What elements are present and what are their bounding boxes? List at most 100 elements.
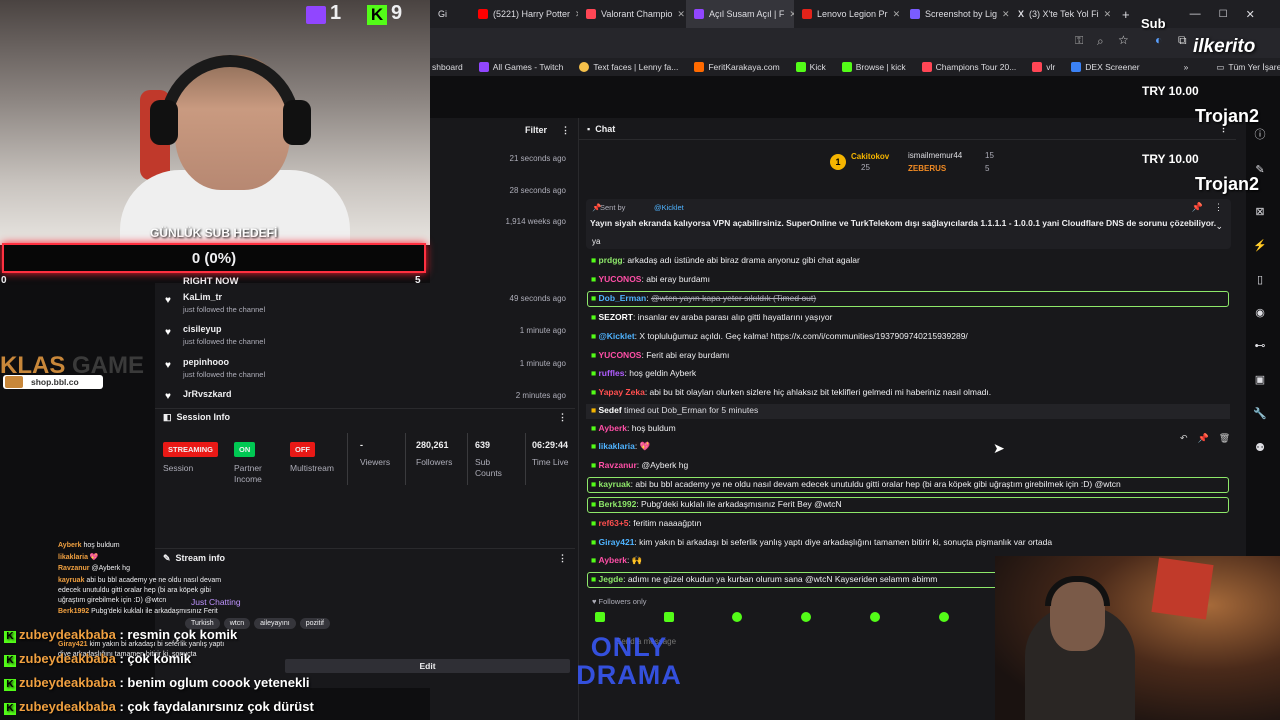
- chat-username[interactable]: ruffles: [599, 368, 625, 378]
- delete-icon[interactable]: 🗑: [1219, 433, 1230, 444]
- chat-username[interactable]: ref63+5: [599, 518, 629, 528]
- bookmark-item[interactable]: shboard: [432, 62, 463, 72]
- bookmark-item[interactable]: Browse | kick: [841, 62, 906, 72]
- close-icon[interactable]: ✕: [677, 9, 685, 20]
- filter-button[interactable]: Filter: [525, 125, 547, 135]
- chat-message[interactable]: ■ kayruak: abi bu bbl academy ye ne oldu…: [591, 479, 1121, 489]
- tab-label: Screenshot by Lig: [925, 9, 998, 19]
- camera-icon[interactable]: ▣: [1252, 372, 1268, 388]
- lightning-icon[interactable]: ⚡: [1252, 238, 1268, 254]
- close-icon[interactable]: ⊠: [1252, 204, 1268, 220]
- chat-username[interactable]: Berk1992: [599, 499, 637, 509]
- browser-tab[interactable]: Screenshot by Lig ✕: [902, 0, 1010, 28]
- browser-tab[interactable]: Lenovo Legion Pr ✕: [794, 0, 902, 28]
- chat-username[interactable]: Ravzanur: [599, 460, 637, 470]
- extension-icon[interactable]: ◐: [1155, 33, 1162, 47]
- chat-message[interactable]: ■ Sedef timed out Dob_Erman for 5 minute…: [591, 405, 758, 415]
- clip-icon[interactable]: ▯: [1252, 272, 1268, 288]
- browser-tab[interactable]: Gi: [430, 0, 470, 28]
- more-bookmarks-button[interactable]: »: [1184, 62, 1189, 72]
- guest-webcam: [995, 556, 1280, 720]
- star-icon[interactable]: ☆: [1118, 33, 1129, 47]
- pin-icon[interactable]: 📌: [1198, 433, 1209, 444]
- chat-username[interactable]: prdgg: [599, 255, 623, 265]
- bookmark-item[interactable]: Champions Tour 20...: [921, 62, 1016, 72]
- more-icon[interactable]: ⋮: [558, 412, 567, 423]
- chat-username[interactable]: Ayberk: [599, 555, 628, 565]
- zoom-icon[interactable]: ⌕: [1097, 34, 1104, 49]
- unpin-icon[interactable]: 📌: [1192, 202, 1203, 213]
- close-icon[interactable]: ✕: [893, 9, 901, 20]
- new-tab-button[interactable]: +: [1122, 7, 1130, 22]
- chat-username[interactable]: YUCONOS: [599, 274, 642, 284]
- emote-icon[interactable]: [664, 612, 674, 622]
- browser-tab[interactable]: (5221) Harry Potter✕: [470, 0, 578, 28]
- info-icon[interactable]: ⓘ: [1252, 127, 1268, 143]
- chat-message[interactable]: ■ Ayberk: hoş buldum: [591, 423, 676, 433]
- browser-tab[interactable]: Valorant Champio ✕: [578, 0, 686, 28]
- chat-message[interactable]: ■ Jegde: adımı ne güzel okudun ya kurban…: [591, 574, 937, 584]
- info-icon: ◧: [163, 411, 172, 422]
- chat-message[interactable]: ■ Ayberk: 🙌: [591, 555, 642, 566]
- bookmark-item[interactable]: Kick: [795, 62, 826, 72]
- chat-message[interactable]: ■ @Kicklet: X topluluğumuz açıldı. Geç k…: [591, 331, 968, 341]
- bookmark-item[interactable]: vlr: [1032, 62, 1055, 72]
- emote-icon[interactable]: [870, 612, 880, 622]
- minimize-button[interactable]: —: [1190, 8, 1201, 20]
- link-icon[interactable]: ⊷: [1252, 338, 1268, 354]
- chat-username[interactable]: Sedef: [599, 405, 622, 415]
- reply-icon[interactable]: ↶: [1180, 433, 1188, 444]
- emote-icon[interactable]: [801, 612, 811, 622]
- chat-message[interactable]: ■ likaklaria: 💖: [591, 441, 650, 452]
- chat-text: @wtcn yayın kapa yeter sıkıldık (Timed o…: [650, 293, 817, 303]
- maximize-button[interactable]: ☐: [1219, 9, 1228, 20]
- chat-message[interactable]: ■ YUCONOS: Ferit abi eray burdamı: [591, 350, 729, 360]
- chat-username[interactable]: Jegde: [599, 574, 624, 584]
- chat-username[interactable]: SEZORT: [599, 312, 633, 322]
- more-icon[interactable]: ⋮: [558, 553, 567, 564]
- bookmark-item[interactable]: FeritKarakaya.com: [694, 62, 780, 72]
- edit-button[interactable]: Edit: [285, 659, 570, 673]
- overlay-chat-line: Ayberk hoş buldum: [58, 541, 228, 551]
- chat-bubble-icon[interactable]: ◉: [1252, 305, 1268, 321]
- chat-username[interactable]: Dob_Erman: [599, 293, 647, 303]
- wrench-icon[interactable]: 🔧: [1252, 406, 1268, 422]
- chat-username[interactable]: @Kicklet: [599, 331, 635, 341]
- puzzle-icon[interactable]: ⧉: [1178, 33, 1187, 48]
- chat-message[interactable]: ■ Dob_Erman: @wtcn yayın kapa yeter sıkı…: [591, 293, 816, 303]
- more-icon[interactable]: ⋮: [1214, 202, 1223, 213]
- chat-username[interactable]: Yapay Zeka: [599, 387, 645, 397]
- chat-username[interactable]: Ayberk: [599, 423, 628, 433]
- emote-icon[interactable]: [595, 612, 605, 622]
- chat-message[interactable]: ■ prdgg: arkadaş adı üstünde abi biraz d…: [591, 255, 860, 265]
- browser-tab-active[interactable]: Açıl Susam Açıl | F ✕: [686, 0, 794, 28]
- separator: :: [115, 627, 128, 642]
- chat-message[interactable]: ■ SEZORT: insanlar ev araba parası alıp …: [591, 312, 832, 322]
- close-icon[interactable]: ✕: [1002, 9, 1010, 20]
- chat-username[interactable]: Giray421: [599, 537, 635, 547]
- key-icon[interactable]: ⚿: [1075, 35, 1083, 48]
- chat-message[interactable]: ■ Giray421: kim yakın bi arkadaşı bi sef…: [591, 537, 1052, 547]
- chat-message[interactable]: ■ Ravzanur: @Ayberk hg: [591, 460, 688, 470]
- bookmark-item[interactable]: DEX Screener: [1071, 62, 1140, 72]
- bookmark-item[interactable]: Text faces | Lenny fa...: [579, 62, 678, 72]
- emote-icon[interactable]: [939, 612, 949, 622]
- chat-username[interactable]: kayruak: [599, 479, 631, 489]
- chat-message[interactable]: ■ ruffles: hoş geldin Ayberk: [591, 368, 696, 378]
- address-bar[interactable]: ⚿ ⌕ ☆ ◐ ⧉: [430, 28, 1280, 58]
- chevron-down-icon[interactable]: ⌄: [1215, 221, 1223, 232]
- chat-message[interactable]: ■ Yapay Zeka: abi bu bit olayları olurke…: [591, 387, 991, 397]
- all-bookmarks-button[interactable]: ▭Tüm Yer İşaretleri: [1216, 62, 1280, 73]
- chat-message[interactable]: ■ Berk1992: Pubg'deki kuklalı ile arkada…: [591, 499, 842, 509]
- people-icon[interactable]: ⚉: [1252, 440, 1268, 456]
- chat-username[interactable]: likaklaria: [599, 441, 635, 451]
- bookmark-item[interactable]: All Games - Twitch: [478, 62, 563, 72]
- close-window-button[interactable]: ✕: [1246, 8, 1255, 21]
- chat-message[interactable]: ■ YUCONOS: abi eray burdamı: [591, 274, 710, 284]
- more-icon[interactable]: ⋮: [561, 125, 570, 136]
- chat-message[interactable]: ■ ref63+5: feritim naaaağptın: [591, 518, 701, 528]
- browser-tab[interactable]: X (3) X'te Tek Yol Fi ✕: [1010, 0, 1118, 28]
- close-icon[interactable]: ✕: [1104, 9, 1112, 20]
- emote-icon[interactable]: [732, 612, 742, 622]
- chat-username[interactable]: YUCONOS: [599, 350, 642, 360]
